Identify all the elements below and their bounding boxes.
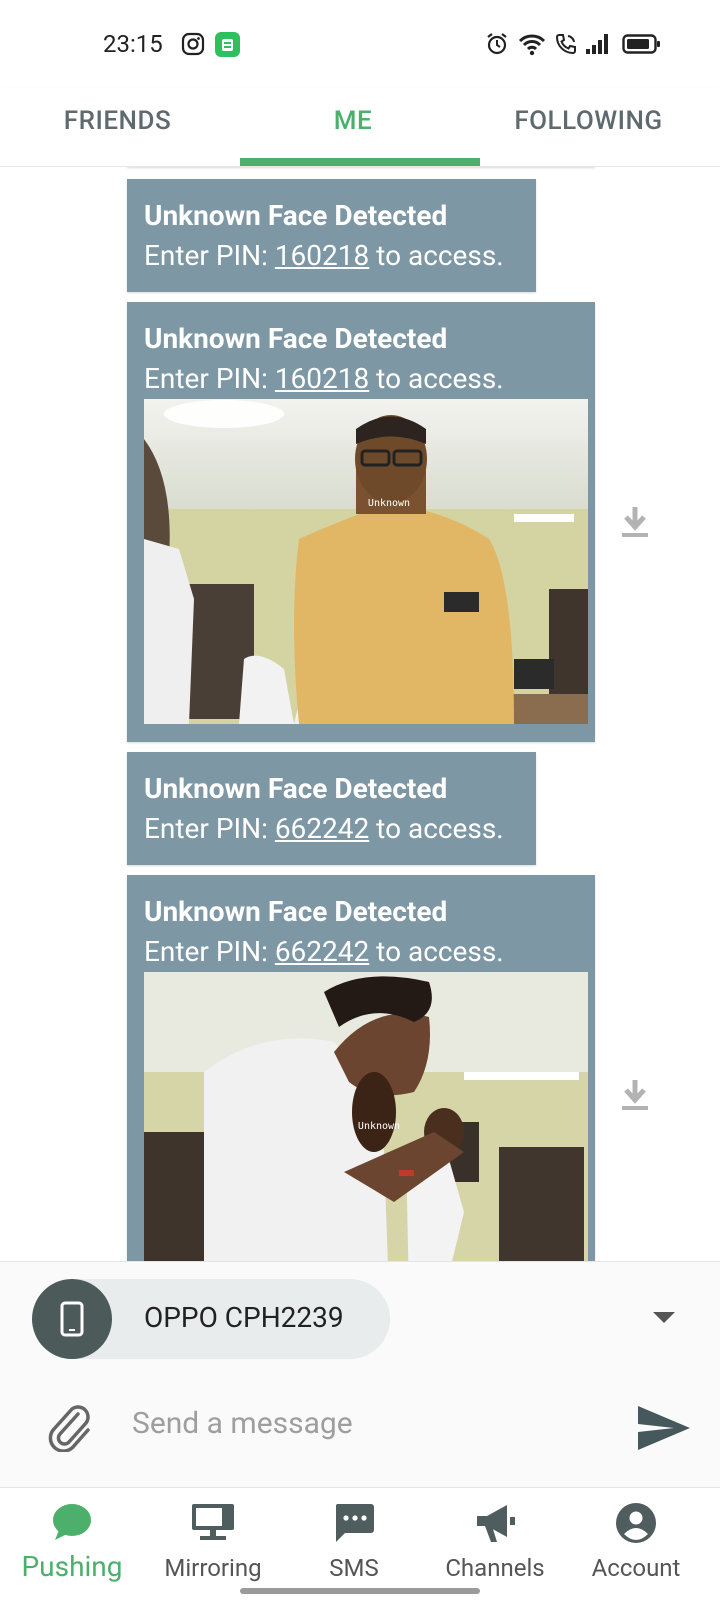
sms-icon [335, 1504, 374, 1542]
megaphone-icon [477, 1505, 515, 1542]
nav-channels[interactable]: Channels [423, 1488, 567, 1601]
pin-link[interactable]: 160218 [275, 239, 369, 272]
nav-label: Account [591, 1554, 681, 1582]
tab-friends[interactable]: FRIENDS [0, 88, 235, 164]
message-body: Enter PIN: 160218 to access. [144, 362, 504, 395]
message-title: Unknown Face Detected [144, 322, 448, 355]
nav-pushing[interactable]: Pushing [0, 1488, 144, 1601]
face-label: Unknown [368, 498, 410, 509]
nav-label: Mirroring [164, 1554, 262, 1582]
app-notification-icon [215, 32, 240, 57]
message-body: Enter PIN: 160218 to access. [144, 239, 504, 272]
message-body: Enter PIN: 662242 to access. [144, 935, 504, 968]
pin-link[interactable]: 662242 [275, 935, 369, 968]
top-tab-bar: FRIENDS ME FOLLOWING [0, 88, 720, 167]
status-time: 23:15 [103, 30, 163, 58]
chevron-down-icon[interactable] [652, 1311, 676, 1325]
nav-sms[interactable]: SMS [282, 1488, 426, 1601]
message-title: Unknown Face Detected [144, 895, 448, 928]
device-avatar [32, 1279, 112, 1359]
message-card[interactable]: Unknown Face Detected Enter PIN: 662242 … [127, 752, 536, 865]
nav-label: Pushing [21, 1550, 123, 1583]
chat-bubble-icon [53, 1504, 91, 1540]
face-snapshot-image[interactable]: Unknown [144, 399, 588, 724]
instagram-icon [181, 32, 205, 56]
account-icon [616, 1503, 656, 1543]
battery-icon [622, 34, 660, 54]
tab-me[interactable]: ME [235, 88, 471, 164]
home-indicator[interactable] [240, 1588, 480, 1594]
tab-following[interactable]: FOLLOWING [471, 88, 706, 164]
device-name: OPPO CPH2239 [144, 1301, 344, 1334]
bottom-navigation: Pushing Mirroring SMS Channels Account [0, 1487, 720, 1601]
nav-label: Channels [445, 1554, 545, 1582]
nav-mirroring[interactable]: Mirroring [141, 1488, 285, 1601]
nav-account[interactable]: Account [564, 1488, 708, 1601]
face-label: Unknown [358, 1121, 400, 1132]
alarm-icon [487, 33, 507, 55]
message-card[interactable]: Unknown Face Detected Enter PIN: 160218 … [127, 179, 536, 292]
message-body: Enter PIN: 662242 to access. [144, 812, 504, 845]
message-title: Unknown Face Detected [144, 772, 448, 805]
face-snapshot-image[interactable]: Unknown [144, 972, 588, 1261]
status-bar: 23:15 [0, 0, 720, 88]
paperclip-icon[interactable] [48, 1404, 92, 1452]
signal-icon [586, 34, 608, 54]
pin-link[interactable]: 662242 [275, 812, 369, 845]
message-input[interactable] [130, 1390, 614, 1456]
device-selector-chip[interactable]: OPPO CPH2239 [32, 1279, 390, 1359]
nav-label: SMS [329, 1554, 379, 1582]
message-title: Unknown Face Detected [144, 199, 448, 232]
push-feed[interactable]: Unknown Face Detected Enter PIN: 160218 … [0, 167, 720, 1261]
smartphone-icon [60, 1301, 84, 1337]
download-icon[interactable] [620, 1078, 650, 1112]
message-card-with-image[interactable]: Unknown Face Detected Enter PIN: 662242 … [127, 875, 595, 1261]
download-icon[interactable] [620, 505, 650, 539]
pin-link[interactable]: 160218 [275, 362, 369, 395]
active-tab-indicator [240, 158, 480, 166]
wifi-call-icon [555, 34, 576, 55]
monitor-icon [192, 1504, 234, 1540]
composer-area: OPPO CPH2239 [0, 1261, 720, 1487]
wifi-icon [518, 34, 546, 56]
message-card-with-image[interactable]: Unknown Face Detected Enter PIN: 160218 … [127, 302, 595, 742]
send-icon[interactable] [636, 1404, 692, 1452]
